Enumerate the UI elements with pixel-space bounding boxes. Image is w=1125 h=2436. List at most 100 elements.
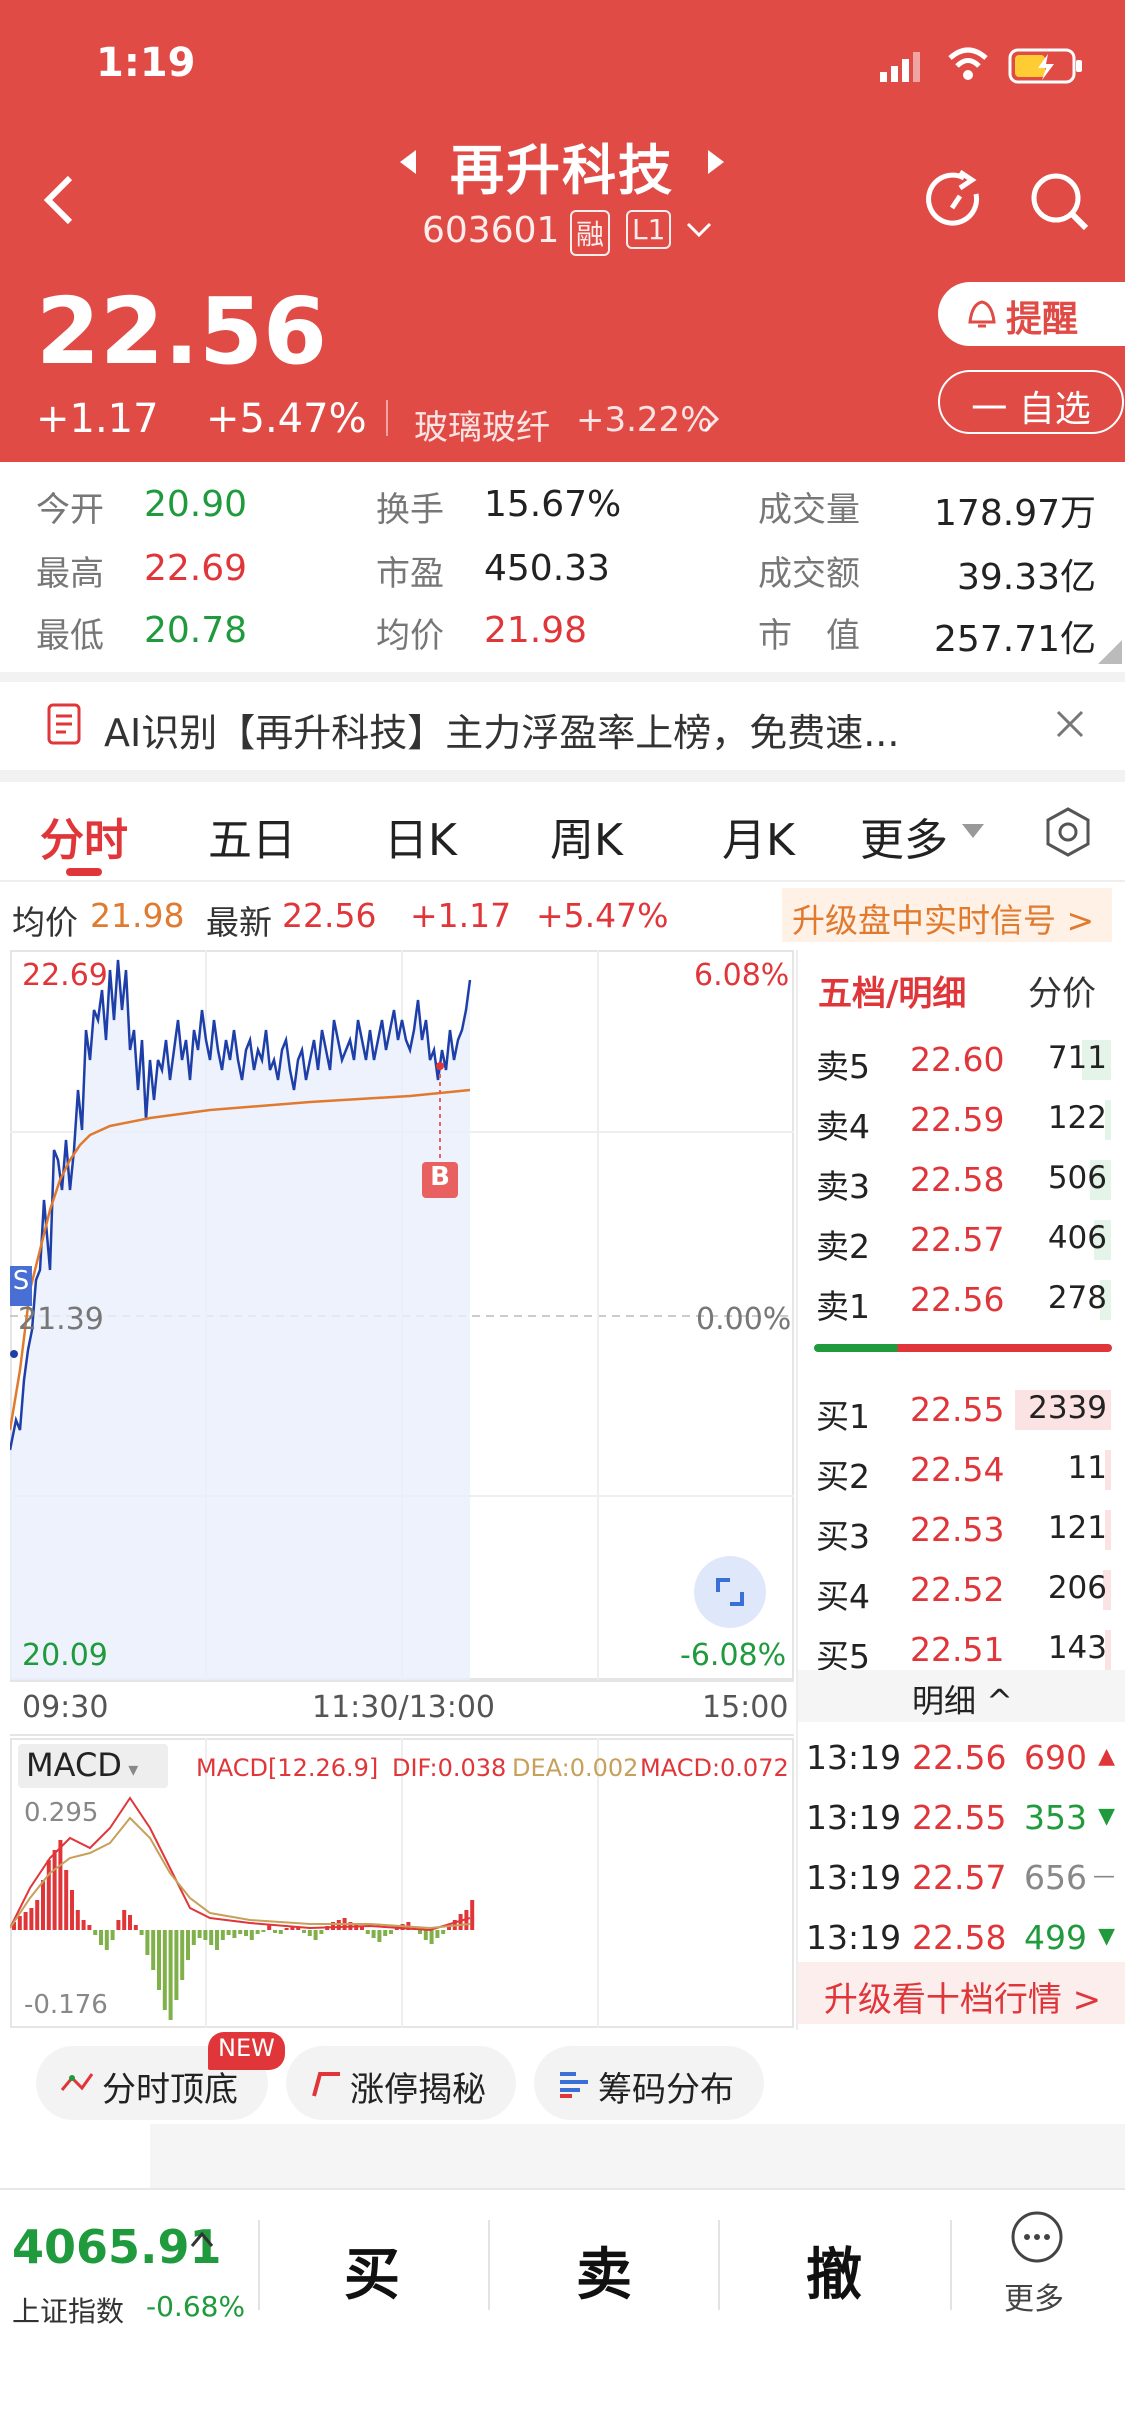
tick-row: 13:19 22.55 353 ▼: [798, 1790, 1125, 1850]
divider: [258, 2220, 260, 2310]
tab-indicator: [66, 868, 102, 876]
price-change: +1.17: [36, 396, 159, 442]
macd-bar: [157, 1930, 161, 1990]
fullscreen-button[interactable]: [694, 1556, 766, 1628]
next-stock-icon[interactable]: [706, 148, 726, 176]
buy-level-row[interactable]: 买4 22.52 206: [798, 1560, 1125, 1620]
sell-label: 卖1: [816, 1287, 870, 1326]
tab-daily[interactable]: 日K: [384, 804, 457, 868]
expand-corner-icon[interactable]: [1098, 640, 1122, 664]
macd-bar: [186, 1930, 190, 1960]
sell-button[interactable]: 卖: [576, 2230, 632, 2311]
upgrade-level10-button[interactable]: 升级看十档行情 >: [798, 1962, 1125, 2024]
macd-panel[interactable]: MACD ▾ MACD[12.26.9] DIF:0.038 DEA:0.002…: [10, 1738, 794, 2028]
more-label[interactable]: 更多: [1004, 2274, 1064, 2318]
macd-bar: [418, 1930, 422, 1934]
buy-button[interactable]: 买: [344, 2230, 400, 2311]
sell-volume: 406: [1047, 1220, 1107, 1256]
price-pct: +5.47%: [206, 396, 367, 442]
macd-bar: [162, 1930, 167, 2010]
limit-up-button[interactable]: 涨停揭秘: [286, 2046, 516, 2120]
macd-bar: [46, 1860, 51, 1930]
sell-signal-badge[interactable]: S: [10, 1266, 32, 1306]
buy-label: 买3: [816, 1517, 870, 1556]
macd-bar: [41, 1880, 45, 1930]
price-dist-tab[interactable]: 分价: [1028, 966, 1096, 1015]
sell-level-row[interactable]: 卖2 22.57 406: [798, 1210, 1125, 1270]
ai-banner[interactable]: AI识别【再升科技】主力浮盈率上榜，免费速...: [0, 682, 1125, 780]
macd-bar: [87, 1925, 92, 1930]
caret-down-icon[interactable]: [962, 824, 984, 840]
chip-distribution-button[interactable]: 筹码分布: [534, 2046, 764, 2120]
chart-mid-pct: 0.00%: [696, 1302, 792, 1337]
sell-label: 卖5: [816, 1047, 870, 1086]
tab-5day[interactable]: 五日: [208, 804, 296, 868]
orderbook-title[interactable]: 五档/明细: [818, 966, 966, 1015]
latest-change: +1.17: [410, 896, 512, 935]
macd-bar: [122, 1910, 127, 1930]
macd-bottom: -0.176: [24, 1990, 108, 2020]
macd-dif: DIF:0.038: [392, 1754, 507, 1782]
search-icon[interactable]: [1028, 170, 1092, 234]
macd-bar: [313, 1930, 318, 1940]
tick-volume: 690: [1024, 1738, 1087, 1777]
macd-bar: [29, 1908, 34, 1930]
macd-bar: [145, 1930, 150, 1955]
turnover-label: 换手: [376, 490, 444, 530]
more-icon[interactable]: [1010, 2210, 1064, 2264]
signal-dot: [436, 1062, 444, 1070]
sector-name[interactable]: 玻璃玻纤: [414, 400, 550, 449]
bars-icon: [560, 2072, 588, 2098]
cancel-button[interactable]: 撤: [806, 2230, 862, 2311]
macd-value: MACD:0.072: [640, 1754, 789, 1782]
tab-intraday[interactable]: 分时: [40, 804, 128, 868]
signal-dot: [10, 1350, 18, 1358]
tab-more[interactable]: 更多: [860, 804, 948, 868]
tool-label: 分时顶底: [102, 2070, 238, 2110]
sell-level-row[interactable]: 卖1 22.56 278: [798, 1270, 1125, 1330]
divider: [718, 2220, 720, 2310]
sector-pct[interactable]: +3.22%: [576, 400, 713, 440]
macd-bar: [215, 1930, 219, 1950]
buy-level-row[interactable]: 买2 22.54 11: [798, 1440, 1125, 1500]
buy-level-row[interactable]: 买3 22.53 121: [798, 1500, 1125, 1560]
sell-label: 卖4: [816, 1107, 870, 1146]
macd-bar: [284, 1928, 289, 1930]
buy-level-row[interactable]: 买1 22.55 2339: [798, 1380, 1125, 1440]
buy-sell-ratio-bar: [814, 1344, 1112, 1352]
tick-volume: 499: [1024, 1918, 1087, 1957]
sell-level-row[interactable]: 卖4 22.59 122: [798, 1090, 1125, 1150]
macd-bar: [35, 1900, 40, 1930]
tool-label: 涨停揭秘: [350, 2070, 486, 2110]
macd-bar: [64, 1870, 69, 1930]
detail-toggle[interactable]: 明细 ^: [798, 1670, 1125, 1722]
close-icon[interactable]: [1052, 706, 1088, 742]
indicator-select[interactable]: MACD ▾: [18, 1744, 168, 1788]
sell-label: 卖2: [816, 1227, 870, 1266]
chevron-right-icon[interactable]: [702, 404, 720, 434]
macd-bar: [139, 1930, 144, 1935]
volume-value: 178.97万: [934, 493, 1096, 534]
bottom-bar: 4065.91 上证指数 -0.68% 买 卖 撤 更多: [0, 2188, 1125, 2436]
settings-icon[interactable]: [1044, 806, 1092, 858]
order-book: 五档/明细 分价 卖5 22.60 711 卖4 22.59 122 卖3 22.58 506 卖…: [796, 950, 1125, 2030]
high-value: 22.69: [144, 548, 248, 589]
macd-bar: [151, 1930, 156, 1970]
intraday-chart[interactable]: 22.69 6.08% 21.39 0.00% 20.09 -6.08% S B: [10, 950, 794, 1680]
tab-weekly[interactable]: 周K: [550, 804, 623, 868]
upgrade-signal-button[interactable]: 升级盘中实时信号 >: [782, 888, 1112, 942]
prev-stock-icon[interactable]: [398, 148, 418, 176]
refresh-icon[interactable]: [926, 169, 988, 232]
macd-dea: DEA:0.002: [512, 1754, 639, 1782]
chevron-down-icon[interactable]: [686, 220, 712, 240]
stock-header: 1:19 再升科技 603601 融 L1 22.56 +1.17 +5.47%…: [0, 0, 1125, 462]
buy-signal-badge[interactable]: B: [422, 1162, 458, 1198]
watchlist-button[interactable]: 一 自选: [938, 370, 1124, 434]
tab-monthly[interactable]: 月K: [722, 804, 795, 868]
sell-level-row[interactable]: 卖5 22.60 711: [798, 1030, 1125, 1090]
time-axis: 09:30 11:30/13:00 15:00: [10, 1680, 794, 1736]
chevron-up-icon[interactable]: [190, 2230, 214, 2250]
sell-level-row[interactable]: 卖3 22.58 506: [798, 1150, 1125, 1210]
back-icon[interactable]: [40, 170, 80, 230]
macd-bar: [93, 1930, 98, 1935]
